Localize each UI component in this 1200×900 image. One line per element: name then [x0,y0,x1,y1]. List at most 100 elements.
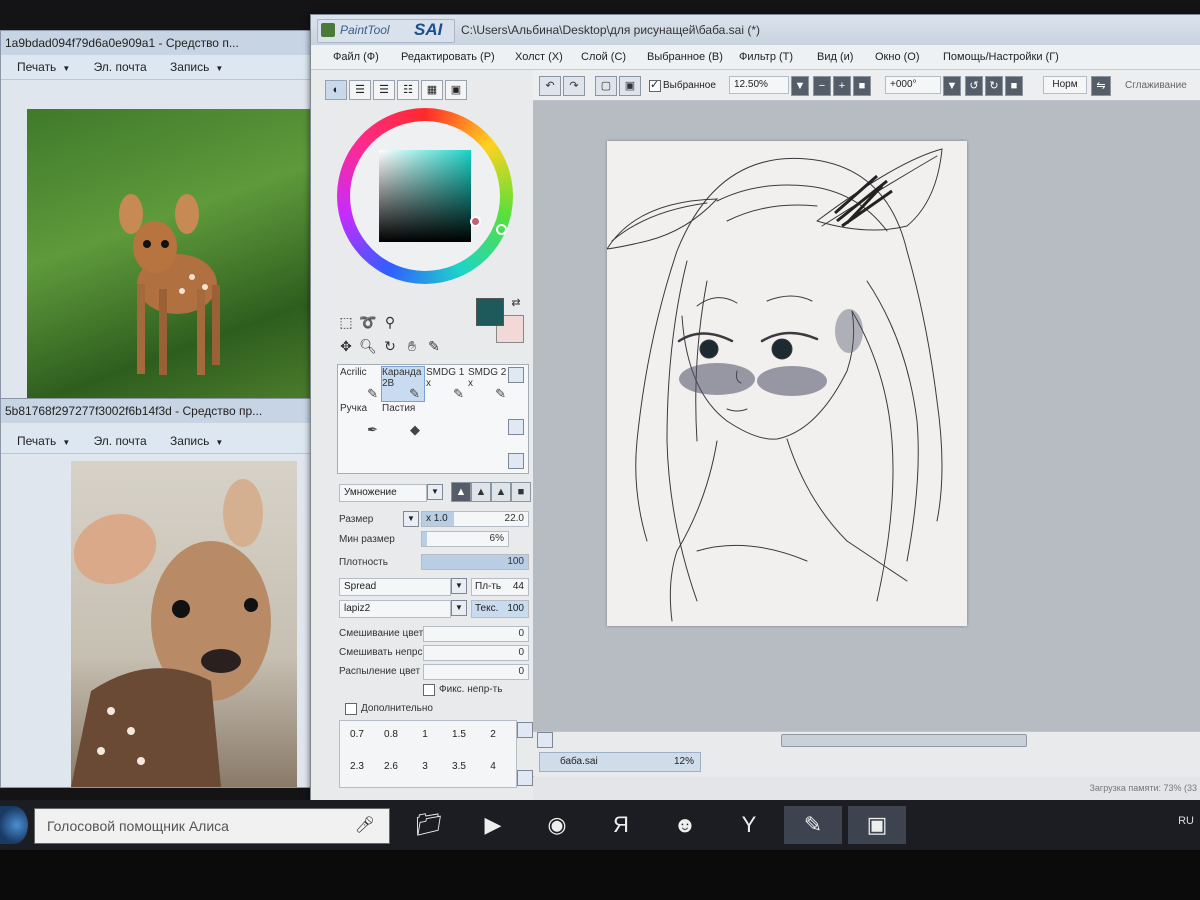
size-preset[interactable]: 2 [478,729,508,740]
zoom-in-icon[interactable]: + [833,76,851,96]
brush-shape-select[interactable]: Spread [339,578,451,596]
menu-help[interactable]: Помощь/Настройки (Г) [943,51,1059,63]
scroll-thumb[interactable] [781,734,1027,747]
painttool-sai-window[interactable]: PaintTool SAI C:\Users\Альбина\Desktop\д… [310,14,1200,804]
photo-viewer-bottom[interactable]: 5b81768f297277f3002f6b14f3d - Средство п… [0,398,338,788]
size-preset[interactable]: 1 [410,729,440,740]
zoom-reset-icon[interactable]: ■ [853,76,871,96]
zoom-out-icon[interactable]: − [813,76,831,96]
invert-selection-icon[interactable]: ▣ [619,76,641,96]
brush-shape-arrow-icon[interactable]: ▼ [451,578,467,594]
min-size-slider[interactable]: 6% [421,531,509,547]
menu-selection[interactable]: Выбранное (В) [647,51,723,63]
microphone-icon[interactable]: 🎤︎ [355,815,375,835]
swatches-tab-icon[interactable]: ▦ [421,80,443,100]
hand-icon[interactable]: ✋︎ [403,338,421,355]
size-mult-arrow-icon[interactable]: ▼ [403,511,419,527]
rect-select-icon[interactable]: ⬚ [337,314,355,331]
drawing-canvas[interactable] [606,141,967,626]
yandex-browser-icon[interactable]: Y [720,806,778,844]
size-slider[interactable]: x 1.0 22.0 [421,511,529,527]
brush-smdg-1[interactable]: SMDG 1 x ✎ [426,367,468,401]
display-mode-field[interactable]: Норм [1043,76,1087,94]
menu-filter[interactable]: Фильтр (Т) [739,51,793,63]
rgb-slider-tab-icon[interactable]: ☰ [349,80,371,100]
move-icon[interactable]: ✥ [337,338,355,355]
menu-window[interactable]: Окно (О) [875,51,920,63]
rotate-reset-icon[interactable]: ■ [1005,76,1023,96]
swap-colors-icon[interactable]: ⇄ [507,296,525,309]
blend-color-slider[interactable]: 0 [423,626,529,642]
brush-scroll-mid[interactable] [508,419,524,435]
deselect-icon[interactable]: ▢ [595,76,617,96]
language-indicator[interactable]: RU [1178,815,1194,827]
brush-eraser[interactable]: Пастия ◆ [382,403,424,437]
scroll-left-button[interactable] [537,732,553,748]
brush-shape-med-icon[interactable]: ▲ [471,482,491,502]
photo-viewer-taskbar-icon[interactable]: ▣ [848,806,906,844]
menu-print[interactable]: Печать [17,60,56,74]
size-preset[interactable]: 1.5 [444,729,474,740]
shape-param-field[interactable]: Пл-ть 44 [471,578,529,596]
chrome-icon[interactable]: ◉ [528,806,586,844]
menu-burn[interactable]: Запись [170,60,209,74]
blend-opacity-slider[interactable]: 0 [423,645,529,661]
brush-acrylic[interactable]: Acrilic ✎ [340,367,382,401]
texture-param-field[interactable]: Текс. 100 [471,600,529,618]
file-explorer-icon[interactable]: 📁︎ [400,806,458,844]
painttool-sai-taskbar-icon[interactable]: ✎ [784,806,842,844]
rotation-dropdown-icon[interactable]: ▼ [943,76,961,96]
mixer-tab-icon[interactable]: ☷ [397,80,419,100]
menu-layer[interactable]: Слой (С) [581,51,626,63]
size-preset[interactable]: 0.8 [376,729,406,740]
menu-file[interactable]: Файл (Ф) [333,51,379,63]
rotate-right-icon[interactable]: ↻ [985,76,1003,96]
size-preset[interactable]: 4 [478,761,508,772]
undo-icon[interactable]: ↶ [539,76,561,96]
zoom-dropdown-icon[interactable]: ▼ [791,76,809,96]
flip-icon[interactable]: ⇋ [1091,76,1111,96]
size-preset[interactable]: 3.5 [444,761,474,772]
brush-shape-flat-icon[interactable]: ■ [511,482,531,502]
blend-mode-select[interactable]: Умножение [339,484,427,502]
brush-scroll-down[interactable] [508,453,524,469]
menu-email[interactable]: Эл. почта [94,60,147,74]
hsv-slider-tab-icon[interactable]: ☰ [373,80,395,100]
eyedropper-icon[interactable]: ✎ [425,338,443,355]
texture-select[interactable]: lapiz2 [339,600,451,618]
rotate-icon[interactable]: ↻ [381,338,399,355]
brush-smdg-2[interactable]: SMDG 2 x ✎ [468,367,510,401]
yandex-icon[interactable]: Я [592,806,650,844]
mask-app-icon[interactable]: ☻ [656,806,714,844]
scratchpad-tab-icon[interactable]: ▣ [445,80,467,100]
brush-pen[interactable]: Ручка ✒ [340,403,382,437]
brush-shape-hard-icon[interactable]: ▲ [451,482,471,502]
menu-burn[interactable]: Запись [170,434,209,448]
canvas-area[interactable] [533,101,1200,731]
menu-email[interactable]: Эл. почта [94,434,147,448]
magic-wand-icon[interactable]: ⚲ [381,314,399,331]
lasso-icon[interactable]: ➰ [359,314,377,331]
file-tab-baba[interactable]: баба.sai 12% [539,752,701,772]
size-preset[interactable]: 2.6 [376,761,406,772]
menu-print[interactable]: Печать [17,434,56,448]
alice-search-box[interactable]: Голосовой помощник Алиса 🎤︎ [34,808,390,844]
foreground-color-swatch[interactable] [476,298,504,326]
saturation-value-square[interactable] [379,150,471,242]
sv-cursor[interactable] [470,216,481,227]
menu-view[interactable]: Вид (и) [817,51,853,63]
start-button[interactable] [0,806,28,844]
menu-edit[interactable]: Редактировать (Р) [401,51,495,63]
rotate-left-icon[interactable]: ↺ [965,76,983,96]
texture-arrow-icon[interactable]: ▼ [451,600,467,616]
keep-opacity-checkbox[interactable] [423,684,435,696]
size-preset[interactable]: 2.3 [342,761,372,772]
rotation-field[interactable]: +000° [885,76,941,94]
zoom-icon[interactable]: 🔍︎ [359,338,377,355]
video-player-icon[interactable]: ▶ [464,806,522,844]
canvas-horizontal-scrollbar[interactable] [533,731,1200,748]
zoom-field[interactable]: 12.50% [729,76,789,94]
density-slider[interactable]: 100 [421,554,529,570]
hue-cursor[interactable] [496,224,507,235]
size-preset[interactable]: 0.7 [342,729,372,740]
